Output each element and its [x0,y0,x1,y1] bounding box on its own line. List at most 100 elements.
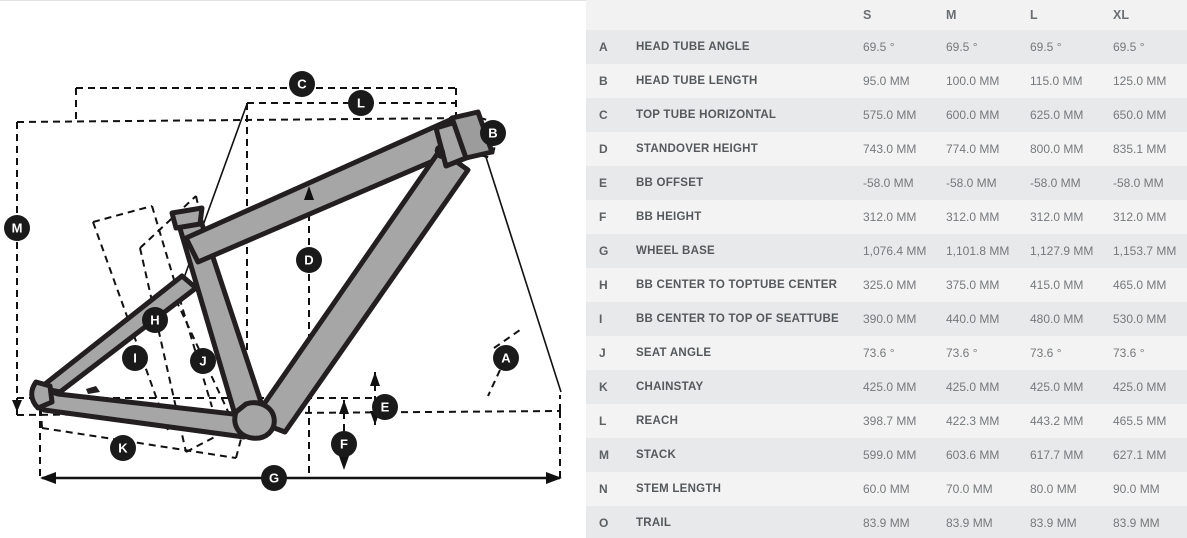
row-value-s: 425.0 MM [863,380,917,394]
callout-M: M [4,215,30,241]
row-value-m: 69.5 ° [946,40,978,54]
row-value-xl: 125.0 MM [1113,74,1167,88]
callout-B-text: B [488,126,497,141]
row-value-s: 575.0 MM [863,108,917,122]
row-key: B [599,74,608,88]
row-key: M [599,448,610,462]
table-row: M STACK 599.0 MM 603.6 MM 617.7 MM 627.1 MM [586,438,1187,472]
row-key: L [599,414,607,428]
table-row: L REACH 398.7 MM 422.3 MM 443.2 MM 465.5 MM [586,404,1187,438]
header-size-s[interactable]: S [863,0,946,30]
callout-C: C [289,71,315,97]
table-header: S M L XL [586,0,1187,30]
row-value-l: -58.0 MM [1030,176,1081,190]
row-key: F [599,210,607,224]
row-value-m: 70.0 MM [946,482,993,496]
callout-M-text: M [12,221,23,236]
callout-L: L [348,90,374,116]
row-value-s: 83.9 MM [863,516,910,530]
row-label: BB CENTER TO TOP OF SEATTUBE [636,313,839,325]
callout-A: A [493,345,519,371]
row-value-l: 625.0 MM [1030,108,1084,122]
arrow-f-up [339,400,349,414]
row-value-m: 603.6 MM [946,448,1000,462]
callout-G: G [261,465,287,491]
row-label: STEM LENGTH [636,483,722,495]
table-row: A HEAD TUBE ANGLE 69.5 ° 69.5 ° 69.5 ° 69.5 ° [586,30,1187,64]
row-value-l: 800.0 MM [1030,142,1084,156]
callout-C-text: C [297,77,307,92]
geometry-spec-page: A B C D E F G H I J K L M S M L XL A HEA… [0,0,1187,538]
frame-illustration [29,109,495,441]
row-value-m: 600.0 MM [946,108,1000,122]
callout-L-text: L [357,96,365,111]
row-value-l: 83.9 MM [1030,516,1077,530]
guide-a-leader2 [487,369,501,397]
row-label: SEAT ANGLE [636,347,712,359]
row-value-s: 60.0 MM [863,482,910,496]
callout-K: K [110,435,136,461]
row-value-m: 100.0 MM [946,74,1000,88]
arrow-e-down [370,372,380,386]
guide-stack-top [16,117,471,123]
row-value-m: 1,101.8 MM [946,244,1010,258]
header-size-l[interactable]: L [1030,0,1113,30]
callout-J-text: J [199,354,206,369]
head-tube-axis [476,128,562,393]
row-value-l: 443.2 MM [1030,414,1084,428]
row-label: BB HEIGHT [636,211,702,223]
callout-G-text: G [269,471,279,486]
row-value-s: 73.6 ° [863,346,895,360]
callout-I-text: I [133,351,137,366]
guide-i-top [92,205,153,223]
row-value-xl: 530.0 MM [1113,312,1167,326]
row-label: HEAD TUBE LENGTH [636,75,758,87]
row-value-xl: 465.0 MM [1113,278,1167,292]
row-value-s: 1,076.4 MM [863,244,927,258]
table-row: D STANDOVER HEIGHT 743.0 MM 774.0 MM 800.0 M… [586,132,1187,166]
row-value-l: 415.0 MM [1030,278,1084,292]
callout-E: E [372,394,398,420]
table-row: G WHEEL BASE 1,076.4 MM 1,101.8 MM 1,127.9 M… [586,234,1187,268]
row-value-xl: 835.1 MM [1113,142,1167,156]
table-row: F BB HEIGHT 312.0 MM 312.0 MM 312.0 MM 312.0 … [586,200,1187,234]
row-value-s: 325.0 MM [863,278,917,292]
row-key: E [599,176,608,190]
row-label: STANDOVER HEIGHT [636,143,758,155]
callout-J: J [190,348,216,374]
row-key: K [599,380,608,394]
row-value-l: 1,127.9 MM [1030,244,1094,258]
dimension-arrows [12,186,562,484]
geometry-table-pane: S M L XL A HEAD TUBE ANGLE 69.5 ° 69.5 ° 69.… [586,0,1187,538]
row-value-l: 115.0 MM [1030,74,1083,88]
row-key: A [599,40,608,54]
callout-A-text: A [501,351,511,366]
header-label-col [636,0,863,30]
row-value-l: 73.6 ° [1030,346,1062,360]
row-key: I [599,312,603,326]
row-value-s: 95.0 MM [863,74,910,88]
row-value-m: 422.3 MM [946,414,1000,428]
row-value-m: 83.9 MM [946,516,993,530]
header-size-xl[interactable]: XL [1113,0,1187,30]
callout-E-text: E [381,400,390,415]
callout-F-text: F [340,437,348,452]
row-label: BB CENTER TO TOPTUBE CENTER [636,279,838,291]
row-value-s: 398.7 MM [863,414,917,428]
diagram-top-divider [0,0,586,1]
row-label: TRAIL [636,517,672,529]
header-size-m[interactable]: M [946,0,1030,30]
row-value-xl: 425.0 MM [1113,380,1167,394]
row-value-xl: 90.0 MM [1113,482,1160,496]
row-value-xl: 650.0 MM [1113,108,1167,122]
row-key: O [599,516,609,530]
rear-dropout [29,379,55,411]
row-value-l: 312.0 MM [1030,210,1084,224]
table-body: A HEAD TUBE ANGLE 69.5 ° 69.5 ° 69.5 ° 69.5 °… [586,30,1187,538]
row-value-l: 617.7 MM [1030,448,1084,462]
row-label: HEAD TUBE ANGLE [636,41,750,53]
row-value-s: 69.5 ° [863,40,895,54]
row-label: CHAINSTAY [636,381,704,393]
row-value-l: 69.5 ° [1030,40,1062,54]
table-row: E BB OFFSET -58.0 MM -58.0 MM -58.0 MM -58.0 … [586,166,1187,200]
